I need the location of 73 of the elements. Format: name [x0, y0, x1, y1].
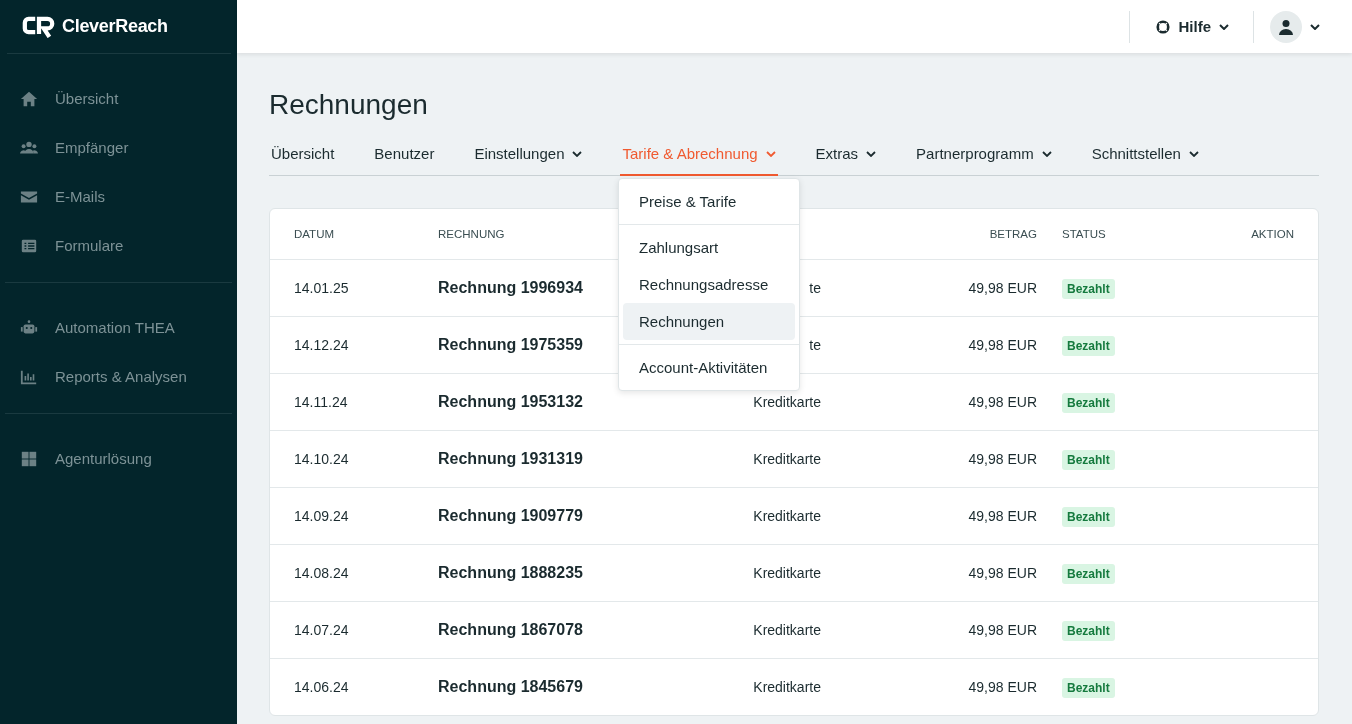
- invoice-link[interactable]: Rechnung 1867078: [438, 621, 583, 638]
- status-badge: Bezahlt: [1062, 336, 1115, 356]
- table-cell-text: 49,98 EUR: [967, 565, 1037, 581]
- invoice-link[interactable]: Rechnung 1845679: [438, 678, 583, 695]
- tab[interactable]: Übersicht: [269, 145, 337, 176]
- table-cell: te: [809, 337, 821, 353]
- sidebar-item[interactable]: Empfänger: [5, 123, 232, 172]
- status-badge: Bezahlt: [1062, 450, 1115, 470]
- tab[interactable]: Benutzer: [372, 145, 437, 176]
- column-header: RECHNUNG: [438, 228, 506, 240]
- column-header: DATUM: [294, 228, 336, 240]
- table-cell-text: 14.07.24: [294, 622, 350, 638]
- table-cell: Kreditkarte: [753, 679, 821, 695]
- sidebar-item[interactable]: Formulare: [5, 221, 232, 270]
- table-cell-text: 49,98 EUR: [967, 451, 1037, 467]
- status-badge: Bezahlt: [1062, 678, 1115, 698]
- user-icon: [1278, 18, 1294, 35]
- help-button[interactable]: Hilfe: [1129, 10, 1254, 43]
- chevron-down-icon: [1310, 23, 1320, 30]
- invoice-link[interactable]: Rechnung 1953132: [438, 393, 583, 410]
- sidebar-item[interactable]: E-Mails: [5, 172, 232, 221]
- sidebar-item[interactable]: Reports & Analysen: [5, 352, 232, 401]
- status-badge: Bezahlt: [1062, 279, 1115, 299]
- menu-item[interactable]: Zahlungsart: [623, 229, 795, 266]
- logo-icon: [22, 15, 56, 38]
- sidebar-item[interactable]: Übersicht: [5, 74, 232, 123]
- status-badge: Bezahlt: [1062, 621, 1115, 641]
- table-cell: Kreditkarte: [753, 622, 821, 638]
- column-header: BETRAG: [988, 228, 1037, 240]
- table-cell-text: 14.12.24: [294, 337, 350, 353]
- table-cell: te: [809, 280, 821, 296]
- table-cell-text: 49,98 EUR: [967, 622, 1037, 638]
- invoice-link[interactable]: Rechnung 1931319: [438, 450, 583, 467]
- brand-name: CleverReach: [62, 16, 168, 37]
- table-cell-text: 49,98 EUR: [967, 337, 1037, 353]
- table-cell: Kreditkarte: [753, 451, 821, 467]
- lifebuoy-icon: [1156, 19, 1171, 34]
- column-header: AKTION: [1250, 228, 1294, 240]
- table-cell-text: 49,98 EUR: [967, 394, 1037, 410]
- invoice-link[interactable]: Rechnung 1996934: [438, 279, 583, 296]
- tab[interactable]: Extras: [813, 145, 879, 176]
- column-header: STATUS: [1061, 228, 1107, 240]
- tab[interactable]: Partnerprogramm: [914, 145, 1054, 176]
- table-cell-text: 14.08.24: [294, 565, 350, 581]
- table-cell-text: 49,98 EUR: [967, 508, 1037, 524]
- status-badge: Bezahlt: [1062, 507, 1115, 527]
- sidebar-item[interactable]: Automation THEA: [5, 303, 232, 352]
- table-cell-text: 49,98 EUR: [967, 280, 1037, 296]
- status-badge: Bezahlt: [1062, 393, 1115, 413]
- invoice-link[interactable]: Rechnung 1909779: [438, 507, 583, 524]
- table-cell: Kreditkarte: [753, 565, 821, 581]
- tab[interactable]: Schnittstellen: [1089, 145, 1201, 176]
- invoice-link[interactable]: Rechnung 1888235: [438, 564, 583, 581]
- table-cell-text: 14.09.24: [294, 508, 350, 524]
- table-cell-text: 14.06.24: [294, 679, 350, 695]
- table-cell-text: 49,98 EUR: [967, 679, 1037, 695]
- invoice-link[interactable]: Rechnung 1975359: [438, 336, 583, 353]
- table-cell: Kreditkarte: [753, 508, 821, 524]
- chevron-down-icon: [1219, 23, 1229, 30]
- tab[interactable]: Einstellungen: [472, 145, 585, 176]
- table-cell-text: 14.11.24: [294, 394, 349, 410]
- grid-icon: [20, 449, 38, 468]
- status-badge: Bezahlt: [1062, 564, 1115, 584]
- table-cell-text: 14.10.24: [294, 451, 350, 467]
- sidebar-item[interactable]: Agenturlösung: [5, 434, 232, 483]
- menu-item[interactable]: Rechnungsadresse: [623, 266, 795, 303]
- menu-item[interactable]: Preise & Tarife: [623, 183, 795, 220]
- table-cell: Kreditkarte: [753, 394, 821, 410]
- home-icon: [20, 89, 38, 108]
- menu-item[interactable]: Rechnungen: [623, 303, 795, 340]
- table-cell-text: 14.01.25: [294, 280, 350, 296]
- menu-item[interactable]: Account-Aktivitäten: [623, 349, 795, 386]
- page-title: Rechnungen: [269, 89, 429, 121]
